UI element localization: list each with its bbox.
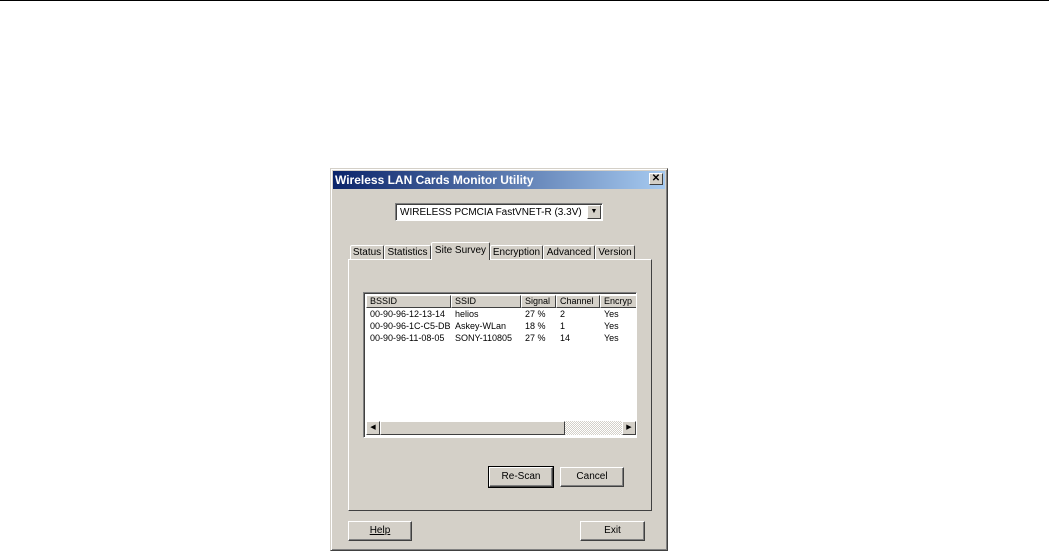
tab-status[interactable]: Status <box>350 245 384 259</box>
column-header-encryption[interactable]: Encryp <box>600 295 636 308</box>
cell-signal: 18 % <box>525 321 546 331</box>
scroll-thumb[interactable] <box>380 421 565 435</box>
cancel-button-label: Cancel <box>576 471 608 482</box>
adapter-select-value: WIRELESS PCMCIA FastVNET-R (3.3V) <box>400 207 582 218</box>
cell-bssid: 00-90-96-12-13-14 <box>370 309 446 319</box>
close-icon[interactable]: ✕ <box>649 173 663 185</box>
list-item[interactable]: 00-90-96-11-08-05 SONY-110805 27 % 14 Ye… <box>366 332 636 344</box>
title-bar[interactable]: Wireless LAN Cards Monitor Utility ✕ <box>333 171 665 189</box>
cancel-button[interactable]: Cancel <box>560 467 624 487</box>
site-survey-list[interactable]: BSSID SSID Signal Channel Encryp 00-90-9… <box>363 292 637 438</box>
cell-channel: 2 <box>560 309 566 319</box>
exit-button-label: Exit <box>604 525 621 536</box>
cell-encryption: Yes <box>604 309 619 319</box>
tab-statistics[interactable]: Statistics <box>384 245 431 259</box>
horizontal-scrollbar[interactable]: ◀ ▶ <box>366 421 636 435</box>
column-header-channel[interactable]: Channel <box>556 295 600 308</box>
adapter-select[interactable]: WIRELESS PCMCIA FastVNET-R (3.3V) ▼ <box>395 203 603 221</box>
cell-channel: 14 <box>560 333 571 343</box>
scroll-right-icon[interactable]: ▶ <box>622 421 636 435</box>
chevron-down-icon[interactable]: ▼ <box>587 205 601 219</box>
cell-signal: 27 % <box>525 333 546 343</box>
list-item[interactable]: 00-90-96-12-13-14 helios 27 % 2 Yes <box>366 308 636 320</box>
tab-site-survey[interactable]: Site Survey <box>431 242 490 260</box>
rescan-button-label: Re-Scan <box>501 471 541 482</box>
cell-encryption: Yes <box>604 321 619 331</box>
window-title: Wireless LAN Cards Monitor Utility <box>335 173 534 187</box>
column-header-bssid[interactable]: BSSID <box>366 295 451 308</box>
list-item[interactable]: 00-90-96-1C-C5-DB Askey-WLan 18 % 1 Yes <box>366 320 636 332</box>
monitor-utility-window: Wireless LAN Cards Monitor Utility ✕ WIR… <box>330 168 668 551</box>
page-top-rule <box>0 0 1049 1</box>
tab-encryption[interactable]: Encryption <box>490 245 543 259</box>
cell-encryption: Yes <box>604 333 619 343</box>
tab-advanced[interactable]: Advanced <box>543 245 595 259</box>
scroll-left-icon[interactable]: ◀ <box>366 421 380 435</box>
tab-version[interactable]: Version <box>595 245 635 259</box>
cell-bssid: 00-90-96-11-08-05 <box>370 333 445 343</box>
list-header: BSSID SSID Signal Channel Encryp <box>366 295 636 308</box>
column-header-ssid[interactable]: SSID <box>451 295 521 308</box>
rescan-button[interactable]: Re-Scan <box>488 466 554 488</box>
cell-bssid: 00-90-96-1C-C5-DB <box>370 321 451 331</box>
cell-signal: 27 % <box>525 309 546 319</box>
cell-channel: 1 <box>560 321 566 331</box>
column-header-signal[interactable]: Signal <box>521 295 556 308</box>
cell-ssid: Askey-WLan <box>455 321 507 331</box>
cell-ssid: helios <box>455 309 479 319</box>
help-button-label: Help <box>369 525 391 536</box>
cell-ssid: SONY-110805 <box>455 333 513 343</box>
site-survey-panel: BSSID SSID Signal Channel Encryp 00-90-9… <box>348 259 652 511</box>
exit-button[interactable]: Exit <box>580 521 645 541</box>
help-button[interactable]: Help <box>348 521 412 541</box>
